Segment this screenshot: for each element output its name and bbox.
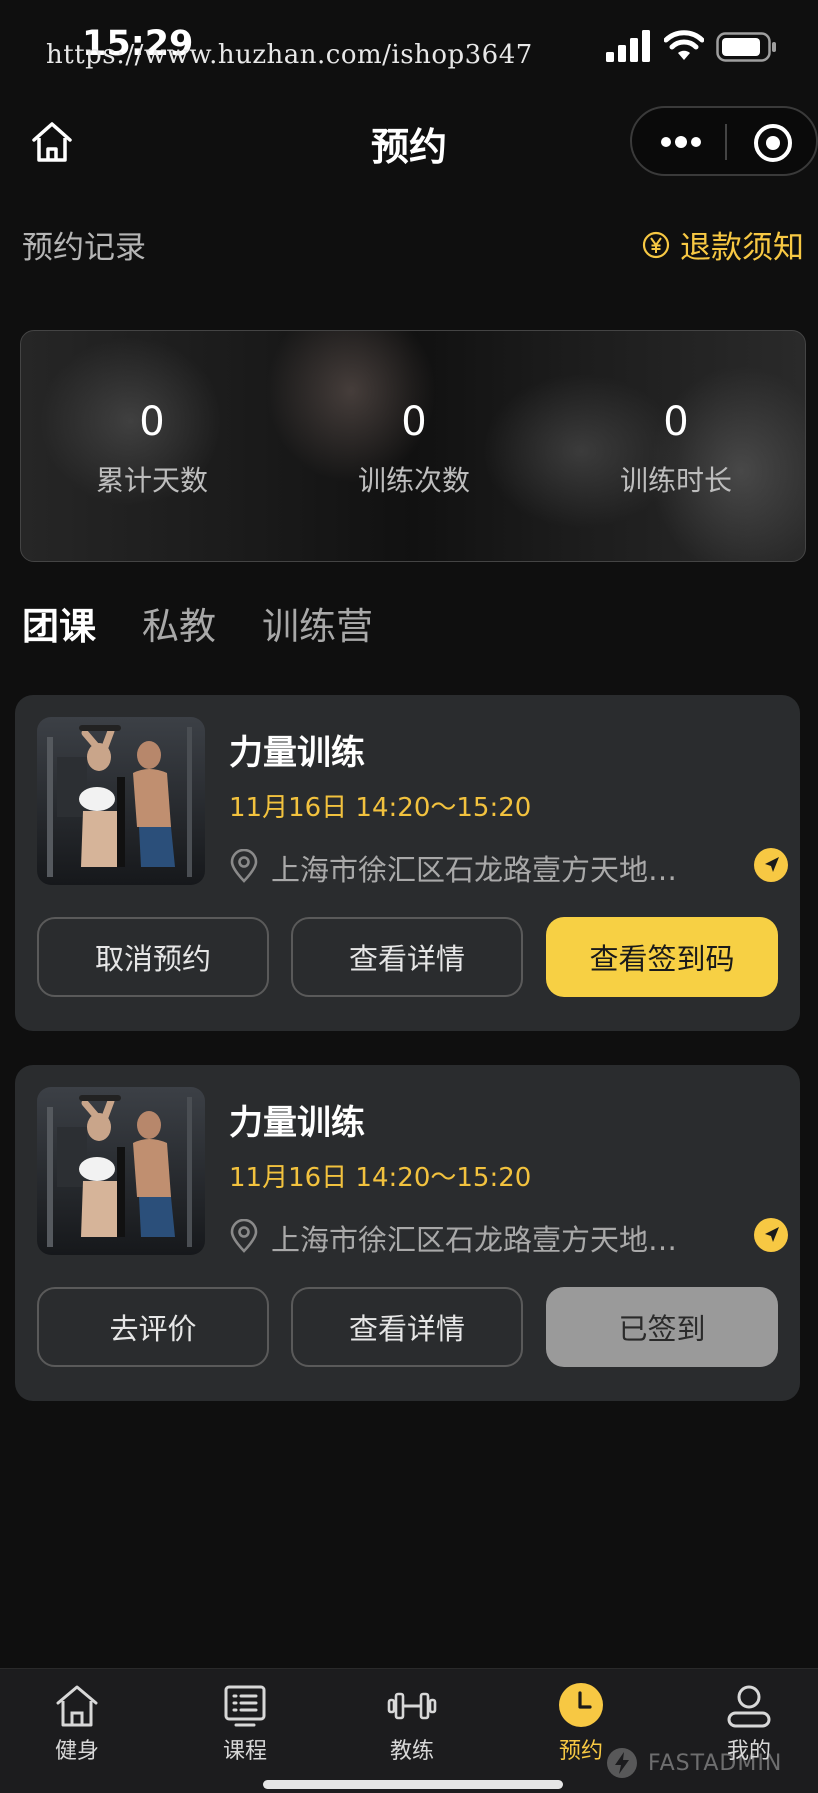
clock-icon	[559, 1683, 603, 1727]
tabbar-item-coaches[interactable]: 教练	[367, 1681, 457, 1765]
stat-value: 0	[139, 399, 165, 445]
tab-group-class[interactable]: 团课	[22, 596, 96, 650]
tab-training-camp[interactable]: 训练营	[262, 596, 373, 650]
address-row: 上海市徐汇区石龙路壹方天地…	[229, 845, 789, 887]
tab-private-coach[interactable]: 私教	[142, 596, 216, 650]
watermark-url: https://www.huzhan.com/ishop3647	[46, 40, 533, 70]
mini-program-capsule	[630, 106, 818, 176]
capsule-divider	[725, 124, 727, 160]
battery-icon	[716, 32, 776, 62]
wifi-icon	[664, 30, 704, 60]
course-thumbnail	[37, 717, 205, 885]
course-time: 11月16日 14:20～15:20	[229, 793, 532, 823]
stat-training-duration: 0 训练时长	[545, 331, 805, 499]
booking-card: 力量训练 11月16日 14:20～15:20 上海市徐汇区石龙路壹方天地… 取…	[15, 695, 800, 1031]
navigate-icon[interactable]	[753, 847, 789, 883]
fastadmin-watermark: FASTADMIN	[606, 1747, 782, 1779]
stat-label: 训练时长	[619, 464, 732, 497]
course-time: 11月16日 14:20～15:20	[229, 1163, 532, 1193]
status-bar: 15:29 https://www.huzhan.com/ishop3647	[0, 0, 818, 96]
refund-notice-link[interactable]: 退款须知	[642, 222, 804, 267]
user-icon	[727, 1685, 771, 1728]
address-row: 上海市徐汇区石龙路壹方天地…	[229, 1215, 789, 1257]
location-pin-icon	[230, 1219, 258, 1253]
course-title: 力量训练	[229, 733, 365, 773]
navigate-icon[interactable]	[753, 1217, 789, 1253]
dumbbell-icon	[387, 1692, 437, 1720]
lightning-icon	[607, 1748, 637, 1778]
view-details-button[interactable]: 查看详情	[291, 917, 523, 997]
yen-coin-icon	[642, 231, 670, 258]
tabbar-item-fitness[interactable]: 健身	[32, 1681, 122, 1765]
home-indicator	[263, 1780, 563, 1789]
course-address: 上海市徐汇区石龙路壹方天地…	[271, 1223, 678, 1257]
course-thumbnail	[37, 1087, 205, 1255]
refund-notice-label: 退款须知	[680, 230, 804, 266]
cancel-booking-button[interactable]: 取消预约	[37, 917, 269, 997]
home-icon	[56, 1685, 98, 1727]
view-checkin-code-button[interactable]: 查看签到码	[546, 917, 778, 997]
list-icon	[224, 1685, 266, 1727]
stat-training-count: 0 训练次数	[283, 331, 545, 499]
close-miniprogram-icon[interactable]	[752, 122, 794, 164]
review-button[interactable]: 去评价	[37, 1287, 269, 1367]
course-title: 力量训练	[229, 1103, 365, 1143]
view-details-button[interactable]: 查看详情	[291, 1287, 523, 1367]
stats-banner: 0 累计天数 0 训练次数 0 训练时长	[20, 330, 806, 562]
location-pin-icon	[230, 849, 258, 883]
stat-label: 训练次数	[357, 464, 470, 497]
tabbar-label: 课程	[222, 1739, 267, 1764]
course-address: 上海市徐汇区石龙路壹方天地…	[271, 853, 678, 887]
more-icon[interactable]	[659, 129, 703, 155]
tabbar-item-courses[interactable]: 课程	[200, 1681, 290, 1765]
tabbar-label: 健身	[54, 1739, 99, 1764]
checked-in-button[interactable]: 已签到	[546, 1287, 778, 1367]
records-title: 预约记录	[22, 230, 146, 266]
stat-total-days: 0 累计天数	[21, 331, 283, 499]
booking-card: 力量训练 11月16日 14:20～15:20 上海市徐汇区石龙路壹方天地… 去…	[15, 1065, 800, 1401]
tabbar-label: 教练	[389, 1739, 434, 1764]
stat-label: 累计天数	[95, 464, 208, 497]
fastadmin-text: FASTADMIN	[648, 1750, 783, 1776]
cellular-signal-icon	[606, 30, 650, 62]
stat-value: 0	[401, 399, 427, 445]
stat-value: 0	[663, 399, 689, 445]
category-tabs: 团课 私教 训练营	[22, 596, 419, 650]
